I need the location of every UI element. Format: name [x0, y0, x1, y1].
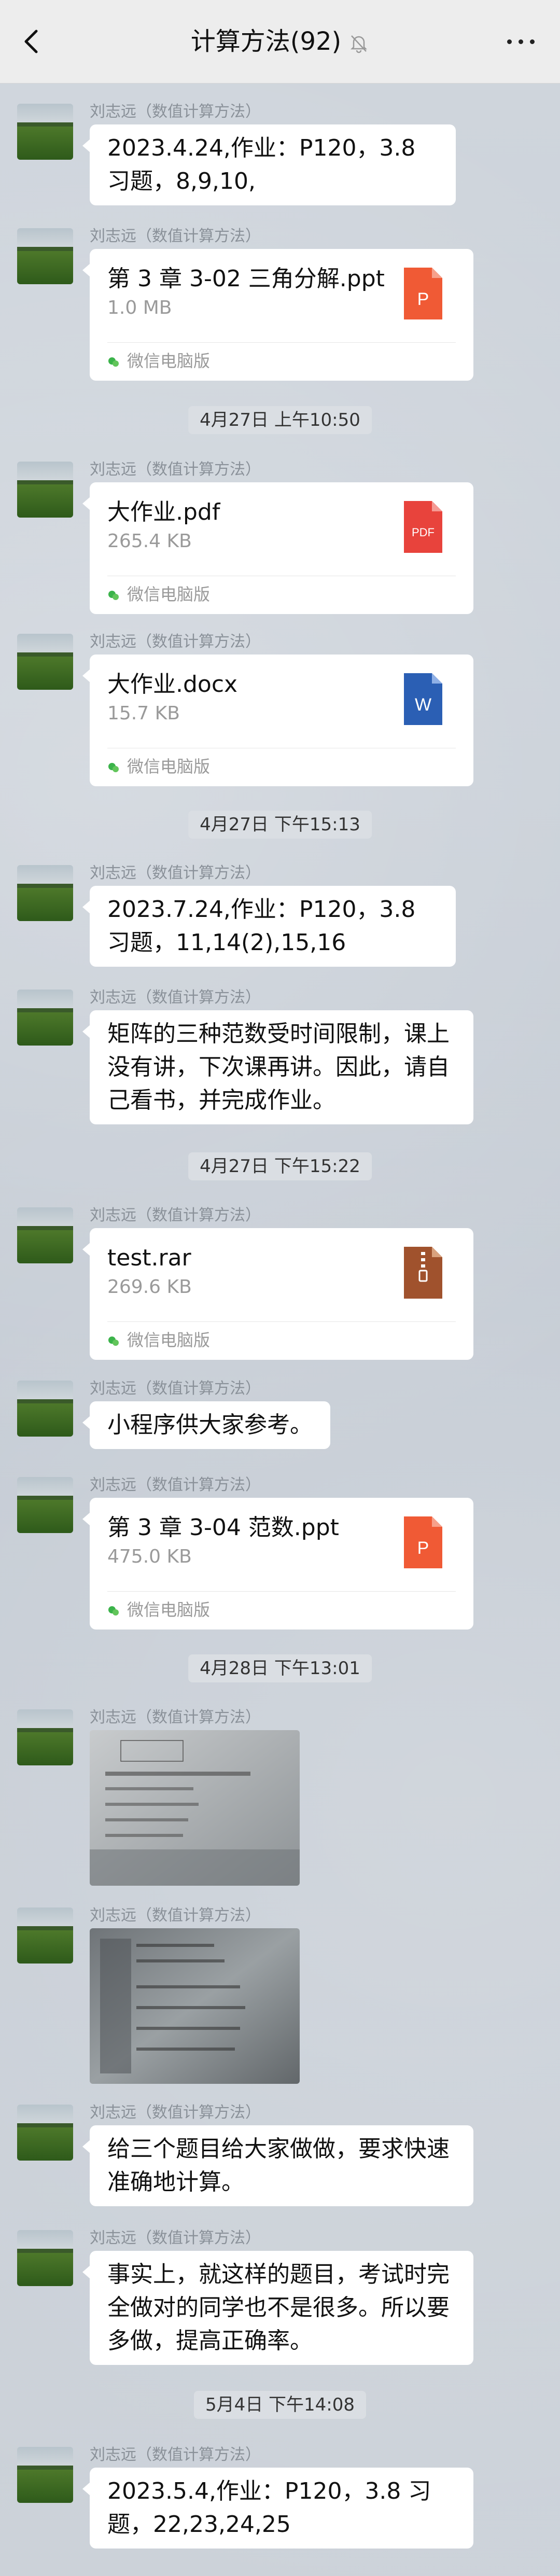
- message-text: 2023.5.4,作业：P120，3.8 习题，22,23,24,25: [107, 2478, 431, 2538]
- file-bubble[interactable]: 第 3 章 3-02 三角分解.ppt 1.0 MB P 微信电脑版: [82, 249, 473, 381]
- svg-text:P: P: [417, 289, 429, 309]
- avatar[interactable]: [17, 634, 73, 690]
- sender-name: 刘志远（数值计算方法）: [90, 2229, 261, 2247]
- sender-name: 刘志远（数值计算方法）: [90, 461, 261, 479]
- avatar[interactable]: [17, 2230, 73, 2286]
- avatar[interactable]: [17, 2447, 73, 2503]
- image-message[interactable]: [90, 1928, 300, 2084]
- time-label: 5月4日 下午14:08: [193, 2391, 367, 2419]
- pdf-icon: PDF: [404, 501, 442, 553]
- avatar[interactable]: [17, 1207, 73, 1263]
- file-bubble[interactable]: 大作业.docx 15.7 KB W 微信电脑版: [82, 655, 473, 786]
- wechat-pc-icon: [108, 1336, 119, 1346]
- file-bubble[interactable]: 大作业.pdf 265.4 KB PDF 微信电脑版: [82, 482, 473, 614]
- avatar[interactable]: [17, 104, 73, 160]
- text-bubble[interactable]: 小程序供大家参考。: [82, 1401, 330, 1449]
- file-bubble[interactable]: test.rar 269.6 KB 微信电脑版: [82, 1228, 473, 1360]
- message-text: 2023.7.24,作业：P120，3.8 习题，11,14(2),15,16: [107, 896, 416, 956]
- wechat-pc-icon: [108, 763, 119, 772]
- word-icon: W: [404, 673, 442, 725]
- avatar[interactable]: [17, 1709, 73, 1765]
- text-bubble[interactable]: 事实上，就这样的题目，考试时完全做对的同学也不是很多。所以要多做，提高正确率。: [82, 2251, 473, 2365]
- sender-name: 刘志远（数值计算方法）: [90, 864, 261, 882]
- text-bubble[interactable]: 2023.4.24,作业：P120，3.8 习题，8,9,10,: [82, 124, 456, 205]
- ppt-icon: P: [404, 1516, 442, 1568]
- svg-text:P: P: [417, 1538, 429, 1558]
- file-name: 大作业.pdf: [107, 499, 220, 525]
- time-label: 4月27日 上午10:50: [188, 406, 372, 434]
- sender-name: 刘志远（数值计算方法）: [90, 2446, 261, 2464]
- chat-title-wrap: 计算方法(92): [0, 26, 560, 57]
- avatar[interactable]: [17, 228, 73, 284]
- sender-name: 刘志远（数值计算方法）: [90, 1906, 261, 1925]
- source-label: 微信电脑版: [107, 582, 210, 607]
- file-size: 15.7 KB: [107, 703, 180, 724]
- sender-name: 刘志远（数值计算方法）: [90, 103, 261, 121]
- image-message[interactable]: [90, 1730, 300, 1886]
- avatar[interactable]: [17, 462, 73, 518]
- file-bubble[interactable]: 第 3 章 3-04 范数.ppt 475.0 KB P 微信电脑版: [82, 1498, 473, 1630]
- zip-icon: [404, 1247, 442, 1299]
- sender-name: 刘志远（数值计算方法）: [90, 227, 261, 245]
- file-name: 第 3 章 3-02 三角分解.ppt: [107, 266, 385, 292]
- chat-title: 计算方法(92): [190, 27, 342, 56]
- more-dots-icon[interactable]: [503, 32, 539, 51]
- sender-name: 刘志远（数值计算方法）: [90, 1206, 261, 1224]
- avatar[interactable]: [17, 1477, 73, 1533]
- sender-name: 刘志远（数值计算方法）: [90, 633, 261, 651]
- time-label: 4月28日 下午13:01: [188, 1654, 372, 1682]
- divider: [107, 1321, 456, 1322]
- file-size: 1.0 MB: [107, 297, 172, 318]
- avatar[interactable]: [17, 1381, 73, 1437]
- svg-text:PDF: PDF: [412, 526, 435, 539]
- avatar[interactable]: [17, 865, 73, 921]
- svg-text:W: W: [415, 695, 431, 715]
- time-label: 4月27日 下午15:22: [188, 1152, 372, 1180]
- sender-name: 刘志远（数值计算方法）: [90, 1380, 261, 1398]
- sender-name: 刘志远（数值计算方法）: [90, 2104, 261, 2122]
- message-text: 事实上，就这样的题目，考试时完全做对的同学也不是很多。所以要多做，提高正确率。: [107, 2261, 450, 2354]
- file-size: 265.4 KB: [107, 531, 192, 552]
- bell-off-icon: [351, 35, 368, 53]
- avatar[interactable]: [17, 2105, 73, 2161]
- wechat-pc-icon: [108, 1606, 119, 1616]
- time-label: 4月27日 下午15:13: [188, 811, 372, 839]
- chat-header: 计算方法(92): [0, 0, 560, 83]
- sender-name: 刘志远（数值计算方法）: [90, 1708, 261, 1726]
- source-label: 微信电脑版: [107, 349, 210, 373]
- file-size: 269.6 KB: [107, 1276, 192, 1298]
- ppt-icon: P: [404, 268, 442, 319]
- source-label: 微信电脑版: [107, 1328, 210, 1353]
- message-text: 矩阵的三种范数受时间限制，课上没有讲，下次课再讲。因此，请自己看书，并完成作业。: [107, 1021, 450, 1113]
- file-name: 大作业.docx: [107, 671, 238, 698]
- message-text: 2023.4.24,作业：P120，3.8 习题，8,9,10,: [107, 135, 416, 194]
- source-label: 微信电脑版: [107, 1597, 210, 1622]
- text-bubble[interactable]: 2023.7.24,作业：P120，3.8 习题，11,14(2),15,16: [82, 886, 456, 967]
- wechat-pc-icon: [108, 357, 119, 367]
- message-text: 小程序供大家参考。: [107, 1412, 313, 1438]
- sender-name: 刘志远（数值计算方法）: [90, 988, 261, 1007]
- text-bubble[interactable]: 矩阵的三种范数受时间限制，课上没有讲，下次课再讲。因此，请自己看书，并完成作业。: [82, 1010, 473, 1124]
- avatar[interactable]: [17, 990, 73, 1046]
- source-label: 微信电脑版: [107, 754, 210, 779]
- divider: [107, 342, 456, 343]
- text-bubble[interactable]: 2023.5.4,作业：P120，3.8 习题，22,23,24,25: [82, 2468, 473, 2549]
- message-text: 给三个题目给大家做做，要求快速准确地计算。: [107, 2136, 450, 2195]
- avatar[interactable]: [17, 1907, 73, 1964]
- wechat-pc-icon: [108, 591, 119, 600]
- divider: [107, 1591, 456, 1592]
- file-size: 475.0 KB: [107, 1546, 192, 1567]
- file-name: test.rar: [107, 1245, 191, 1271]
- file-name: 第 3 章 3-04 范数.ppt: [107, 1514, 339, 1541]
- sender-name: 刘志远（数值计算方法）: [90, 1476, 261, 1494]
- text-bubble[interactable]: 给三个题目给大家做做，要求快速准确地计算。: [82, 2125, 473, 2206]
